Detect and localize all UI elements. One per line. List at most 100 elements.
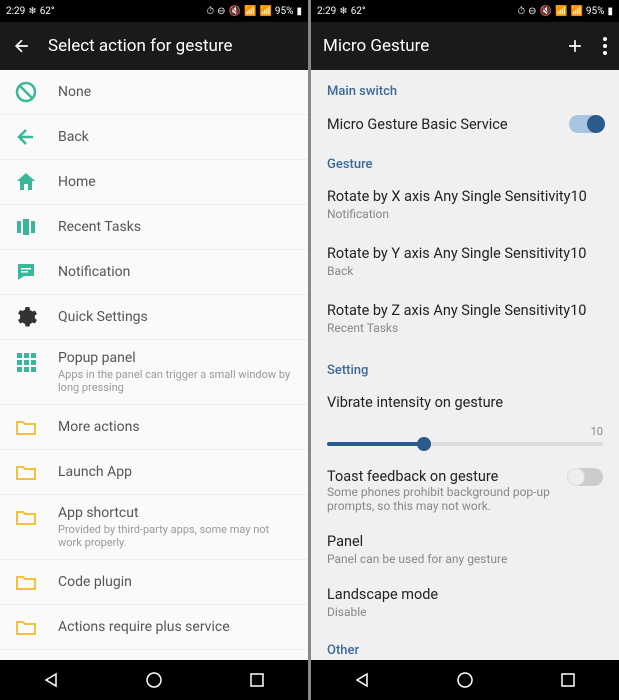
gesture-item-0[interactable]: Rotate by X axis Any Single Sensitivity1…: [311, 178, 619, 235]
pref-vibrate: Vibrate intensity on gesture: [311, 384, 619, 421]
signal-icon: 📶: [259, 6, 271, 17]
settings-icon: [14, 305, 38, 329]
dnd-icon: ⊖: [217, 6, 225, 17]
overflow-icon[interactable]: [603, 37, 607, 55]
action-item-plus[interactable]: Actions require plus service: [0, 605, 308, 650]
action-sub: Provided by third-party apps, some may n…: [58, 523, 294, 549]
action-label: Launch App: [58, 464, 294, 480]
status-time: 2:29: [317, 6, 336, 17]
pref-toast[interactable]: Toast feedback on gesture Some phones pr…: [311, 458, 619, 523]
pref-label: Vibrate intensity on gesture: [327, 394, 603, 411]
home-icon: [14, 170, 38, 194]
mute-icon: 🔇: [540, 6, 552, 17]
slider-value: 10: [327, 425, 603, 438]
action-item-recent[interactable]: Recent Tasks: [0, 205, 308, 250]
mute-icon: 🔇: [229, 6, 241, 17]
pref-label: Toast feedback on gesture: [327, 468, 567, 485]
settings-list: Main switch Micro Gesture Basic Service …: [311, 70, 619, 660]
page-title: Micro Gesture: [323, 36, 549, 56]
phone-left: 2:29 ❄ 62° ⏱ ⊖ 🔇 📶 📶 95% ▮ Select action…: [0, 0, 308, 700]
action-item-notification[interactable]: Notification: [0, 250, 308, 295]
alarm-icon: ⏱: [206, 6, 214, 17]
notification-icon: [14, 260, 38, 284]
nav-home-icon[interactable]: [144, 670, 164, 690]
phone-right: 2:29 ❄ 62° ⏱ ⊖ 🔇 📶 📶 95% ▮ Micro Gesture: [311, 0, 619, 700]
pref-basic-service[interactable]: Micro Gesture Basic Service: [311, 105, 619, 143]
battery-icon: ▮: [607, 6, 613, 17]
app-bar: Select action for gesture: [0, 22, 308, 70]
action-label: Actions require plus service: [58, 619, 294, 635]
action-label: Recent Tasks: [58, 219, 294, 235]
section-main-switch: Main switch: [311, 70, 619, 105]
section-other: Other: [311, 629, 619, 660]
action-item-appshortcut[interactable]: App shortcut Provided by third-party app…: [0, 495, 308, 560]
page-title: Select action for gesture: [48, 36, 296, 56]
gesture-title: Rotate by Y axis Any Single Sensitivity1…: [327, 245, 603, 262]
add-icon[interactable]: [565, 36, 585, 56]
slider-vibrate[interactable]: 10: [311, 421, 619, 458]
action-sub: Apps in the panel can trigger a small wi…: [58, 368, 294, 394]
action-item-none[interactable]: None: [0, 70, 308, 115]
action-label: Notification: [58, 264, 294, 280]
status-temp-icon: ❄: [339, 6, 347, 17]
nav-recent-icon[interactable]: [247, 670, 267, 690]
battery-icon: ▮: [296, 6, 302, 17]
signal-icon: 📶: [570, 6, 582, 17]
action-item-codeplugin[interactable]: Code plugin: [0, 560, 308, 605]
action-item-popup[interactable]: Popup panel Apps in the panel can trigge…: [0, 340, 308, 405]
action-label: Back: [58, 129, 294, 145]
action-label: Popup panel: [58, 350, 294, 366]
action-label: App shortcut: [58, 505, 294, 521]
gesture-sub: Notification: [327, 207, 603, 221]
gesture-item-2[interactable]: Rotate by Z axis Any Single Sensitivity1…: [311, 292, 619, 349]
nav-bar: [311, 660, 619, 700]
none-icon: [14, 80, 38, 104]
gesture-sub: Recent Tasks: [327, 321, 603, 335]
status-bar: 2:29 ❄ 62° ⏱ ⊖ 🔇 📶 📶 95% ▮: [311, 0, 619, 22]
action-label: Quick Settings: [58, 309, 294, 325]
nav-back-icon[interactable]: [41, 670, 61, 690]
folder-icon: [14, 570, 38, 594]
folder-icon: [14, 415, 38, 439]
nav-home-icon[interactable]: [455, 670, 475, 690]
switch-toast[interactable]: [569, 468, 603, 486]
folder-icon: [14, 460, 38, 484]
battery-pct: 95%: [586, 6, 605, 17]
nav-bar: [0, 660, 308, 700]
nav-recent-icon[interactable]: [558, 670, 578, 690]
action-label: None: [58, 84, 294, 100]
gesture-title: Rotate by X axis Any Single Sensitivity1…: [327, 188, 603, 205]
pref-sub: Some phones prohibit background pop-up p…: [327, 485, 567, 513]
action-list: None Back Home Recent Tasks Notification…: [0, 70, 308, 660]
action-item-home[interactable]: Home: [0, 160, 308, 205]
folder-icon: [14, 615, 38, 639]
action-item-quicksettings[interactable]: Quick Settings: [0, 295, 308, 340]
action-label: Home: [58, 174, 294, 190]
status-temp: 62°: [40, 6, 55, 17]
pref-panel[interactable]: Panel Panel can be used for any gesture: [311, 523, 619, 576]
pref-label: Landscape mode: [327, 586, 603, 603]
pref-landscape[interactable]: Landscape mode Disable: [311, 576, 619, 629]
action-label: Code plugin: [58, 574, 294, 590]
action-item-back[interactable]: Back: [0, 115, 308, 160]
wifi-icon: 📶: [244, 6, 256, 17]
back-arrow-icon[interactable]: [12, 36, 32, 56]
back-icon: [14, 125, 38, 149]
pref-sub: Panel can be used for any gesture: [327, 552, 603, 566]
section-gesture: Gesture: [311, 143, 619, 178]
action-label: More actions: [58, 419, 294, 435]
gesture-sub: Back: [327, 264, 603, 278]
pref-sub: Disable: [327, 605, 603, 619]
status-time: 2:29: [6, 6, 25, 17]
recent-icon: [14, 215, 38, 239]
action-item-launchapp[interactable]: Launch App: [0, 450, 308, 495]
action-item-moreactions[interactable]: More actions: [0, 405, 308, 450]
folder-icon: [14, 505, 38, 529]
battery-pct: 95%: [275, 6, 294, 17]
app-bar: Micro Gesture: [311, 22, 619, 70]
switch-basic-service[interactable]: [569, 115, 603, 133]
grid-icon: [14, 350, 38, 374]
gesture-item-1[interactable]: Rotate by Y axis Any Single Sensitivity1…: [311, 235, 619, 292]
status-bar: 2:29 ❄ 62° ⏱ ⊖ 🔇 📶 📶 95% ▮: [0, 0, 308, 22]
nav-back-icon[interactable]: [352, 670, 372, 690]
